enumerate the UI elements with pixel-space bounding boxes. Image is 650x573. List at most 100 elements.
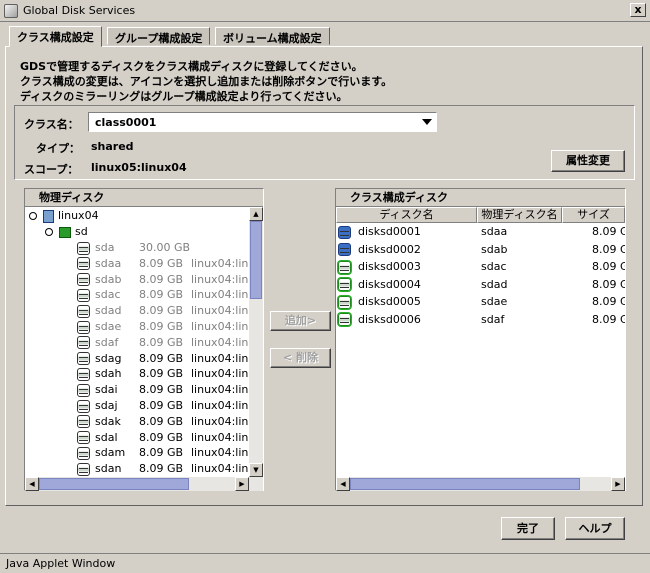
disk-size: 30.00 GB <box>139 241 191 254</box>
scroll-left-icon[interactable]: ◀ <box>336 477 350 491</box>
disk-icon <box>77 431 90 445</box>
disk-icon <box>77 367 90 381</box>
physical-disk-cell: sdac <box>481 260 507 273</box>
physical-disk-row[interactable]: sdan 8.09 GB linux04:linux( <box>77 462 249 477</box>
disk-icon <box>77 383 90 397</box>
tab-group-config[interactable]: グループ構成設定 <box>107 27 211 45</box>
table-row[interactable]: disksd0005 sdae 8.09 G <box>338 295 625 311</box>
info-line-1: GDSで管理するディスクをクラス構成ディスクに登録してください。 <box>20 60 363 73</box>
scroll-left-icon[interactable]: ◀ <box>25 477 39 491</box>
disk-host: linux04:linux <box>191 446 249 460</box>
disk-icon <box>77 462 90 476</box>
disk-name: sdai <box>95 383 118 397</box>
class-name-select[interactable]: class0001 <box>88 112 437 132</box>
attr-change-button[interactable]: 属性変更 <box>551 150 625 172</box>
physical-horizontal-scrollbar[interactable]: ◀ ▶ <box>25 477 263 491</box>
disk-icon <box>77 352 90 366</box>
physical-disk-row[interactable]: sdaj 8.09 GB linux04:linux0 <box>77 399 249 415</box>
table-row[interactable]: disksd0004 sdad 8.09 G <box>338 278 625 294</box>
h-scroll-thumb[interactable] <box>350 478 580 490</box>
disk-icon <box>338 278 351 291</box>
controller-name: sd <box>75 225 88 238</box>
table-row[interactable]: disksd0003 sdac 8.09 G <box>338 260 625 276</box>
expanded-node-icon[interactable] <box>45 228 53 236</box>
scroll-down-icon[interactable]: ▼ <box>249 463 263 477</box>
disk-size: 8.09 GB <box>139 320 184 333</box>
disk-host: linux04:linux0 <box>191 256 249 270</box>
physical-disk-row[interactable]: sdad 8.09 GB linux04:linux0 <box>77 304 249 320</box>
physical-disk-row[interactable]: sdah 8.09 GB linux04:linux0 <box>77 367 249 383</box>
physical-disk-row[interactable]: sdai 8.09 GB linux04:linux0 <box>77 383 249 399</box>
disk-icon <box>338 260 351 274</box>
disk-host: linux04:linux0 <box>191 304 249 318</box>
physical-vertical-scrollbar[interactable]: ▲ ▼ <box>249 207 263 477</box>
disk-size: 8.09 GB <box>139 430 184 444</box>
disk-name: sdaf <box>95 335 119 349</box>
physical-disk-tree[interactable]: linux04 sd sda 30.00 GB sdaa 8.09 GB linux04:l… <box>25 207 249 477</box>
scroll-thumb[interactable] <box>250 221 262 299</box>
physical-disk-row[interactable]: sdab 8.09 GB linux04:linux0 <box>77 273 249 289</box>
help-button[interactable]: ヘルプ <box>565 517 625 540</box>
type-value: shared <box>91 140 134 153</box>
tab-class-config[interactable]: クラス構成設定 <box>9 26 102 47</box>
physical-disk-row[interactable]: sdak 8.09 GB linux04:linux0 <box>77 415 249 431</box>
scroll-right-icon[interactable]: ▶ <box>235 477 249 491</box>
column-header-physical-disk[interactable]: 物理ディスク名 <box>477 207 562 223</box>
tree-node-controller[interactable]: sd <box>45 225 88 241</box>
disk-name: sdal <box>95 430 118 444</box>
disk-size: 8.09 GB <box>139 446 184 460</box>
physical-disk-cell: sdaf <box>481 312 505 326</box>
physical-disk-row[interactable]: sdag 8.09 GB linux04:linux0 <box>77 352 249 368</box>
column-header-disk-name[interactable]: ディスク名 <box>336 207 477 223</box>
scroll-right-icon[interactable]: ▶ <box>611 477 625 491</box>
disk-size: 8.09 GB <box>139 288 184 302</box>
tab-volume-config[interactable]: ボリューム構成設定 <box>215 27 330 45</box>
class-name-value: class0001 <box>95 116 157 129</box>
expanded-node-icon[interactable] <box>29 212 37 220</box>
table-row[interactable]: disksd0001 sdaa 8.09 G <box>338 225 625 241</box>
close-button[interactable]: x <box>630 3 646 17</box>
disk-icon <box>77 320 90 334</box>
column-header-size[interactable]: サイズ <box>562 207 625 223</box>
controller-icon <box>59 226 71 238</box>
physical-disk-title: 物理ディスク <box>25 189 263 207</box>
disk-name: sdag <box>95 351 122 365</box>
disk-size: 8.09 GB <box>139 367 184 381</box>
window-title: Global Disk Services <box>23 4 136 17</box>
chevron-down-icon[interactable] <box>422 119 432 125</box>
class-disk-table[interactable]: ディスク名 物理ディスク名 サイズ disksd0001 sdaa 8.09 G di… <box>336 207 625 477</box>
tree-node-host[interactable]: linux04 <box>29 209 99 225</box>
disk-name: sdak <box>95 414 121 428</box>
remove-button[interactable]: < 削除 <box>270 348 331 368</box>
title-bar: Global Disk Services x <box>0 0 650 22</box>
disk-name: sdae <box>95 320 122 333</box>
physical-disk-row[interactable]: sdal 8.09 GB linux04:linux0 <box>77 431 249 447</box>
disk-host: linux04:linux0 <box>191 367 249 381</box>
scroll-up-icon[interactable]: ▲ <box>249 207 263 221</box>
table-row[interactable]: disksd0006 sdaf 8.09 G <box>338 313 625 329</box>
disk-icon <box>77 241 90 255</box>
physical-disk-row[interactable]: sdac 8.09 GB linux04:linux0 <box>77 288 249 304</box>
disk-icon <box>338 225 351 239</box>
physical-disk-row[interactable]: sdae 8.09 GB linux04:linux0 <box>77 320 249 336</box>
size-cell: 8.09 G <box>592 242 625 256</box>
server-icon <box>43 209 54 223</box>
h-scroll-thumb[interactable] <box>39 478 189 490</box>
disk-name: sda <box>95 241 115 254</box>
physical-disk-cell: sdab <box>481 242 508 256</box>
table-row[interactable]: disksd0002 sdab 8.09 G <box>338 243 625 259</box>
disk-icon <box>77 288 90 302</box>
class-horizontal-scrollbar[interactable]: ◀ ▶ <box>336 477 625 491</box>
done-button[interactable]: 完了 <box>501 517 555 540</box>
add-button[interactable]: 追加> <box>270 311 331 331</box>
status-bar: Java Applet Window <box>0 553 650 573</box>
physical-disk-row[interactable]: sda 30.00 GB <box>77 241 191 257</box>
physical-disk-row[interactable]: sdaf 8.09 GB linux04:linux0 <box>77 336 249 352</box>
disk-host: linux04:linux0 <box>191 335 249 349</box>
disk-icon <box>338 295 351 309</box>
size-cell: 8.09 G <box>592 260 625 273</box>
disk-host: linux04:linux0 <box>191 351 249 365</box>
physical-disk-row[interactable]: sdam 8.09 GB linux04:linux <box>77 446 249 462</box>
physical-disk-row[interactable]: sdaa 8.09 GB linux04:linux0 <box>77 257 249 273</box>
disk-size: 8.09 GB <box>139 335 184 349</box>
